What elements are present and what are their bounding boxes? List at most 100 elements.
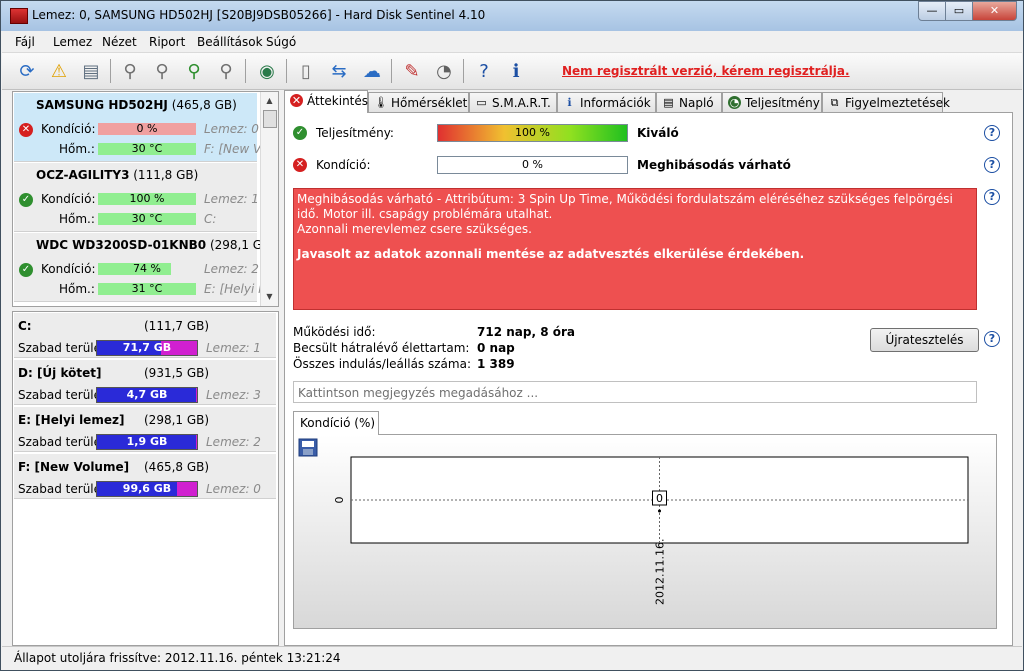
minimize-button[interactable]: — xyxy=(918,1,946,21)
app-icon xyxy=(10,8,28,24)
check-circle-icon: ✓ xyxy=(293,126,307,140)
disk-number: Lemez: 1 xyxy=(204,192,259,206)
help-icon[interactable]: ? xyxy=(984,189,1000,205)
globe-icon[interactable]: ◉ xyxy=(253,57,281,85)
volume-list: C: (111,7 GB) Szabad terület 71,7 GB Lem… xyxy=(12,311,279,646)
tab-smart[interactable]: ▭ S.M.A.R.T. xyxy=(469,92,557,112)
menu-beallitasok[interactable]: Beállítások xyxy=(197,35,263,49)
title-bar[interactable]: Lemez: 0, SAMSUNG HD502HJ [S20BJ9DSB0526… xyxy=(1,1,1023,31)
help-icon[interactable]: ? xyxy=(470,57,498,85)
maximize-button[interactable]: ▭ xyxy=(945,1,973,21)
sound-icon[interactable]: ◔ xyxy=(430,57,458,85)
disk-test-icon[interactable]: ⚲ xyxy=(148,57,176,85)
close-button[interactable]: ✕ xyxy=(972,1,1017,21)
disk-drives: C: xyxy=(204,212,217,226)
volume-name: C: xyxy=(18,319,32,333)
help-icon[interactable]: ? xyxy=(984,331,1000,347)
disk-list-scrollbar[interactable]: ▲ ▼ xyxy=(260,92,278,306)
start-stop-count-value: 1 389 xyxy=(477,357,515,371)
help-icon[interactable]: ? xyxy=(984,157,1000,173)
menu-lemez[interactable]: Lemez xyxy=(53,35,92,49)
tab-informaciok[interactable]: ℹ Információk xyxy=(557,92,656,112)
scroll-up-icon[interactable]: ▲ xyxy=(261,94,278,108)
alert-detail: Meghibásodás várható - Attribútum: 3 Spi… xyxy=(297,192,953,221)
disk-item[interactable]: SAMSUNG HD502HJ (465,8 GB) ✕ Kondíció: 0… xyxy=(14,93,268,162)
temperature-bar: 30 °C xyxy=(98,213,196,225)
window-title: Lemez: 0, SAMSUNG HD502HJ [S20BJ9DSB0526… xyxy=(32,8,486,22)
scroll-down-icon[interactable]: ▼ xyxy=(261,290,278,304)
refresh-icon[interactable]: ⟳ xyxy=(13,57,41,85)
disk-tool-icon[interactable]: ⚲ xyxy=(212,57,240,85)
menu-riport[interactable]: Riport xyxy=(149,35,185,49)
condition-text: Meghibásodás várható xyxy=(637,158,791,172)
temperature-label: Hőm.: xyxy=(59,282,95,296)
disk-number: Lemez: 0 xyxy=(204,122,259,136)
warning-icon[interactable]: ⚠ xyxy=(45,57,73,85)
tab-teljesitmeny[interactable]: ◔ Teljesítmény xyxy=(722,92,822,112)
menu-fajl[interactable]: Fájl xyxy=(15,35,35,49)
free-space-bar: 99,6 GB xyxy=(96,481,198,497)
tab-homerseklet[interactable]: 🌡 Hőmérséklet xyxy=(368,92,469,112)
tab-attekintes[interactable]: ✕ Áttekintés xyxy=(284,90,368,113)
free-space-value: 71,7 GB xyxy=(122,341,172,354)
save-icon[interactable] xyxy=(298,438,318,457)
disk-icon[interactable]: ▤ xyxy=(77,57,105,85)
chart-svg: 0 2012.11.16. 0 xyxy=(298,438,969,605)
condition-bar: 100 % xyxy=(98,193,196,205)
condition-label: Kondíció: xyxy=(41,262,96,276)
disk-size: (465,8 GB) xyxy=(171,98,237,112)
condition-label: Kondíció: xyxy=(41,192,96,206)
note-input[interactable]: Kattintson megjegyzés megadásához ... xyxy=(293,381,977,403)
volume-item[interactable]: C: (111,7 GB) Szabad terület 71,7 GB Lem… xyxy=(14,313,276,358)
toolbar: ⟳ ⚠ ▤ ⚲ ⚲ ⚲ ⚲ ◉ ▯ ⇆ ☁ ✎ ◔ ? ℹ Nem regisz… xyxy=(2,53,1022,90)
disk-item[interactable]: OCZ-AGILITY3 (111,8 GB) ✓ Kondíció: 100 … xyxy=(14,163,259,232)
free-space-bar: 4,7 GB xyxy=(96,387,198,403)
menu-nezet[interactable]: Nézet xyxy=(102,35,137,49)
disk-name: SAMSUNG HD502HJ xyxy=(36,98,168,112)
temperature-label: Hőm.: xyxy=(59,142,95,156)
scroll-thumb[interactable] xyxy=(263,110,277,128)
menu-sugo[interactable]: Súgó xyxy=(266,35,296,49)
start-stop-count-label: Összes indulás/leállás száma: xyxy=(293,357,471,371)
settings-icon[interactable]: ✎ xyxy=(398,57,426,85)
main-window: Lemez: 0, SAMSUNG HD502HJ [S20BJ9DSB0526… xyxy=(0,0,1024,671)
condition-chart: 0 2012.11.16. 0 xyxy=(293,434,997,629)
volume-item[interactable]: E: [Helyi lemez] (298,1 GB) Szabad terül… xyxy=(14,407,276,452)
volume-size: (465,8 GB) xyxy=(144,460,210,474)
tab-figyelmeztetesek[interactable]: ⧉ Figyelmeztetések xyxy=(822,92,950,112)
free-space-bar: 71,7 GB xyxy=(96,340,198,356)
disk-item[interactable]: WDC WD3200SD-01KNB0 (298,1 GB) ✓ Kondíci… xyxy=(14,233,275,302)
disk-check-icon[interactable]: ⚲ xyxy=(180,57,208,85)
free-space-label: Szabad terület xyxy=(18,482,106,496)
surface-test-icon[interactable]: ⚲ xyxy=(116,57,144,85)
check-circle-icon: ✓ xyxy=(19,193,33,207)
check-circle-icon: ✓ xyxy=(19,263,33,277)
retest-button[interactable]: Újratesztelés xyxy=(870,328,979,352)
chart-tab-kondicio[interactable]: Kondíció (%) xyxy=(293,411,379,435)
condition-value: 74 % xyxy=(133,262,161,275)
volume-disk: Lemez: 2 xyxy=(206,435,261,449)
volume-item[interactable]: D: [Új kötet] (931,5 GB) Szabad terület … xyxy=(14,360,276,405)
volume-item[interactable]: F: [New Volume] (465,8 GB) Szabad terüle… xyxy=(14,454,276,499)
tab-naplo[interactable]: ▤ Napló xyxy=(656,92,722,112)
help-icon[interactable]: ? xyxy=(984,125,1000,141)
free-space-value: 4,7 GB xyxy=(126,388,168,401)
report-icon[interactable]: ▯ xyxy=(292,57,320,85)
free-space-label: Szabad terület xyxy=(18,435,106,449)
free-space-value: 1,9 GB xyxy=(126,435,168,448)
data-point xyxy=(658,509,661,513)
x-circle-icon: ✕ xyxy=(293,158,307,172)
network-icon[interactable]: ☁ xyxy=(358,57,386,85)
free-space-label: Szabad terület xyxy=(18,388,106,402)
sync-icon[interactable]: ⇆ xyxy=(325,57,353,85)
about-icon[interactable]: ℹ xyxy=(502,57,530,85)
disk-icon: ▭ xyxy=(476,96,487,109)
power-on-time-value: 712 nap, 8 óra xyxy=(477,325,575,339)
register-link[interactable]: Nem regisztrált verzió, kérem regisztrál… xyxy=(562,64,850,78)
volume-disk: Lemez: 0 xyxy=(206,482,261,496)
condition-label: Kondíció: xyxy=(41,122,96,136)
condition-bar: 0 % xyxy=(437,156,628,174)
free-space-bar: 1,9 GB xyxy=(96,434,198,450)
info-icon: ℹ xyxy=(567,96,572,109)
condition-value: 100 % xyxy=(129,192,165,205)
